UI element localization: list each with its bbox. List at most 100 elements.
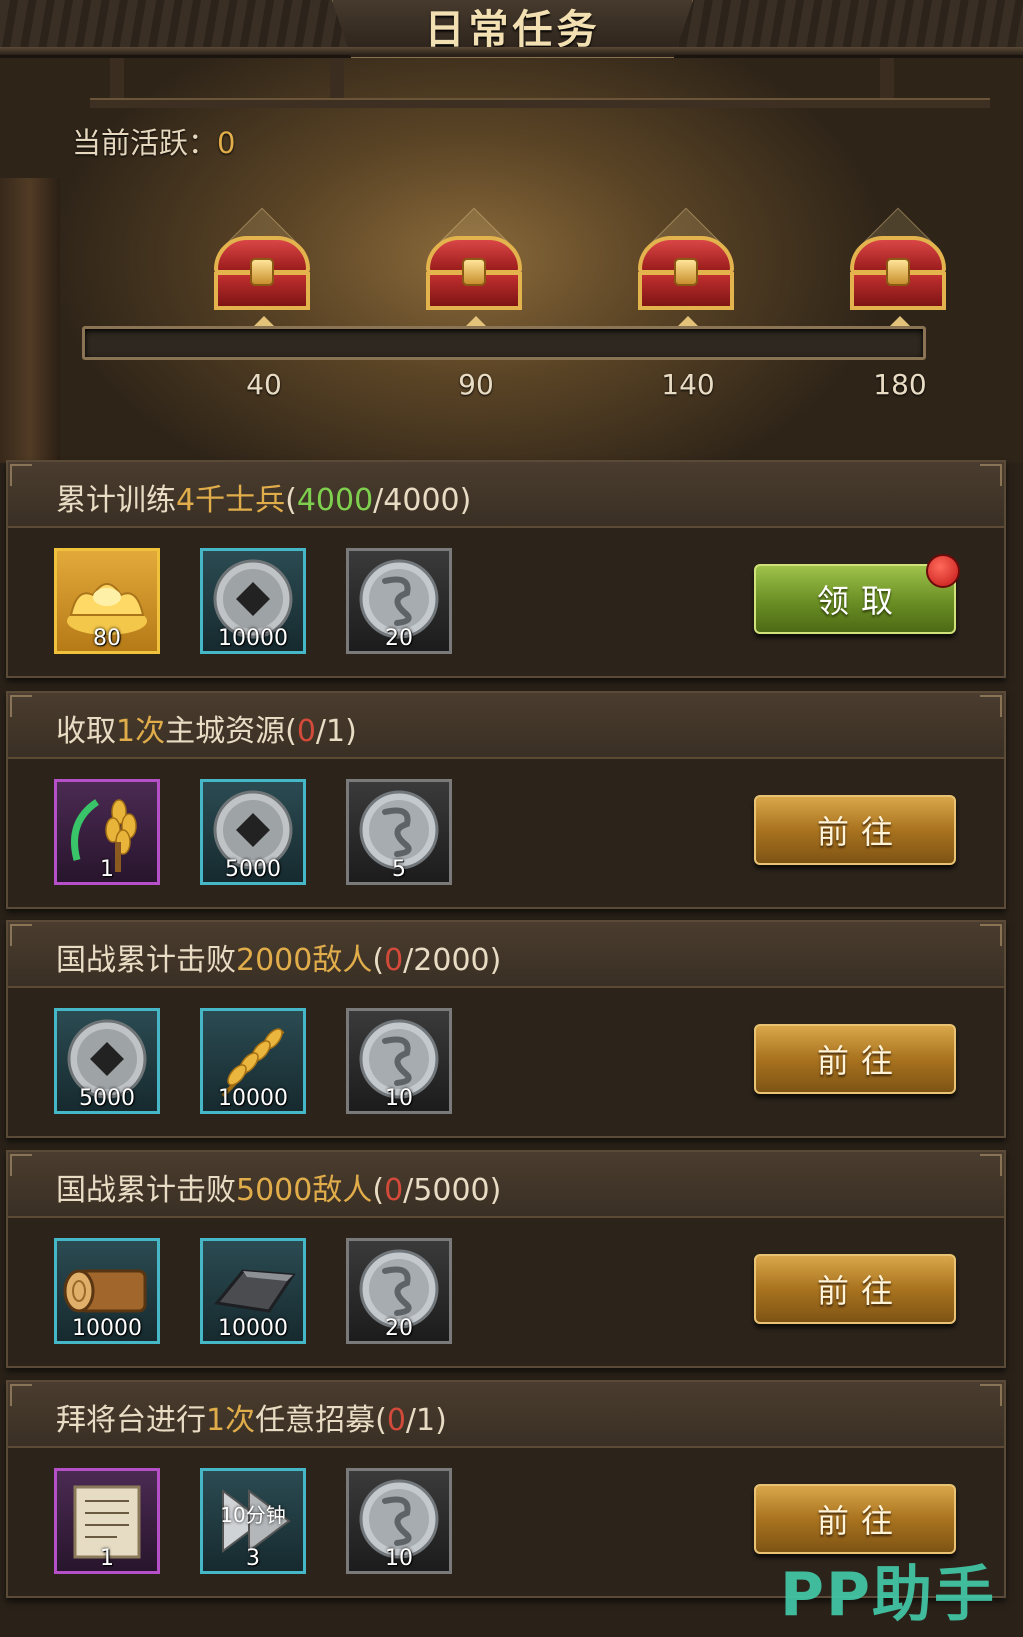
- corner-ornament: [10, 1384, 32, 1406]
- task-header: 国战累计击败2000敌人(0/2000): [8, 922, 1004, 988]
- reward-duration: 10分钟: [220, 1503, 286, 1527]
- reward-slot[interactable]: 1: [54, 779, 160, 885]
- milestone-label: 90: [458, 368, 494, 401]
- task-progress-current: 0: [296, 714, 316, 749]
- task-card: 国战累计击败2000敌人(0/2000) 5000 10000 10 前往: [6, 920, 1006, 1138]
- task-progress-current: 0: [384, 943, 404, 978]
- corner-ornament: [980, 1154, 1002, 1176]
- reward-quantity: 3: [246, 1546, 260, 1571]
- reward-slot[interactable]: 10: [346, 1468, 452, 1574]
- reward-slot[interactable]: 10000: [54, 1238, 160, 1344]
- reward-quantity: 20: [385, 1316, 413, 1341]
- task-progress-separator: /: [403, 943, 414, 978]
- task-progress-separator: /: [373, 483, 384, 518]
- reward-slot[interactable]: 80: [54, 548, 160, 654]
- reward-slot[interactable]: 5000: [54, 1008, 160, 1114]
- reward-slot[interactable]: 10000: [200, 1008, 306, 1114]
- task-title-highlight: 1次: [206, 1403, 256, 1438]
- task-title-highlight: 4千士兵: [176, 483, 286, 518]
- reward-slot[interactable]: 5: [346, 779, 452, 885]
- task-progress-separator: /: [403, 1173, 414, 1208]
- task-title-text: 国战累计击败: [56, 1173, 236, 1208]
- task-title-text: 主城资源(: [165, 714, 297, 749]
- reward-slot[interactable]: 10分钟 3: [200, 1468, 306, 1574]
- task-progress-total: 1: [416, 1403, 436, 1438]
- milestone-label: 40: [246, 368, 282, 401]
- reward-quantity: 10000: [218, 1086, 288, 1111]
- task-card: 国战累计击败5000敌人(0/5000) 10000 10000 20 前往: [6, 1150, 1006, 1368]
- task-title-highlight: 2000敌人: [236, 943, 373, 978]
- task-title-text: (: [285, 483, 297, 518]
- task-title-text: 拜将台进行: [56, 1403, 206, 1438]
- roof-beam: [90, 98, 990, 108]
- treasure-chest-icon[interactable]: [846, 207, 950, 318]
- reward-quantity: 5: [392, 857, 406, 882]
- reward-slot[interactable]: 5000: [200, 779, 306, 885]
- reward-slot[interactable]: 10000: [200, 548, 306, 654]
- go-button[interactable]: 前往: [754, 1024, 956, 1094]
- task-title: 国战累计击败5000敌人(0/5000): [56, 1165, 501, 1209]
- reward-slot[interactable]: 1: [54, 1468, 160, 1574]
- reward-quantity: 10000: [218, 626, 288, 651]
- task-progress-separator: /: [315, 714, 327, 749]
- reward-slot[interactable]: 20: [346, 548, 452, 654]
- activity-label: 当前活跃：: [72, 126, 218, 160]
- notification-dot: [926, 554, 960, 588]
- go-button[interactable]: 前往: [754, 795, 956, 865]
- task-title-text: ): [435, 1403, 447, 1438]
- corner-ornament: [10, 695, 32, 717]
- task-title-text: 国战累计击败: [56, 943, 236, 978]
- treasure-chest-icon[interactable]: [634, 207, 738, 318]
- task-header: 国战累计击败5000敌人(0/5000): [8, 1152, 1004, 1218]
- corner-ornament: [980, 924, 1002, 946]
- reward-slot[interactable]: 20: [346, 1238, 452, 1344]
- task-progress-total: 4000: [383, 483, 460, 518]
- background-pillar: [0, 178, 60, 463]
- corner-ornament: [10, 464, 32, 486]
- corner-ornament: [980, 1384, 1002, 1406]
- go-button[interactable]: 前往: [754, 1484, 956, 1554]
- task-header: 拜将台进行1次任意招募(0/1): [8, 1382, 1004, 1448]
- task-title-text: ): [489, 1173, 502, 1208]
- task-title-text: (: [372, 1173, 385, 1208]
- reward-slot[interactable]: 10000: [200, 1238, 306, 1344]
- reward-quantity: 10: [385, 1086, 413, 1111]
- treasure-chest-icon[interactable]: [422, 207, 526, 318]
- corner-ornament: [10, 1154, 32, 1176]
- watermark: PP助手: [780, 1560, 996, 1630]
- task-title-text: (: [372, 943, 385, 978]
- task-progress-current: 0: [386, 1403, 406, 1438]
- corner-ornament: [10, 924, 32, 946]
- task-progress-current: 4000: [296, 483, 374, 518]
- task-title-text: 收取: [56, 714, 116, 749]
- reward-slot[interactable]: 10: [346, 1008, 452, 1114]
- top-banner: 日常任务: [0, 0, 1023, 60]
- task-title: 拜将台进行1次任意招募(0/1): [56, 1395, 447, 1439]
- reward-quantity: 10000: [72, 1316, 142, 1341]
- task-title-highlight: 1次: [116, 714, 166, 749]
- title-plate: 日常任务: [330, 0, 695, 60]
- task-title-highlight: 5000敌人: [236, 1173, 373, 1208]
- milestone-label: 180: [873, 368, 927, 401]
- task-title: 累计训练4千士兵(4000/4000): [56, 475, 471, 519]
- corner-ornament: [980, 464, 1002, 486]
- task-progress-current: 0: [384, 1173, 404, 1208]
- task-title: 国战累计击败2000敌人(0/2000): [56, 935, 501, 979]
- task-title-text: 累计训练: [56, 483, 176, 518]
- treasure-chest-icon[interactable]: [210, 207, 314, 318]
- task-header: 收取1次主城资源(0/1): [8, 693, 1004, 759]
- reward-quantity: 1: [100, 857, 114, 882]
- reward-quantity: 80: [93, 626, 121, 651]
- reward-quantity: 1: [100, 1546, 114, 1571]
- task-title-text: 任意招募(: [255, 1403, 387, 1438]
- task-title: 收取1次主城资源(0/1): [56, 706, 357, 750]
- task-progress-total: 5000: [413, 1173, 490, 1208]
- task-title-text: ): [345, 714, 357, 749]
- reward-quantity: 5000: [225, 857, 281, 882]
- reward-quantity: 10000: [218, 1316, 288, 1341]
- reward-quantity: 5000: [79, 1086, 135, 1111]
- go-button[interactable]: 前往: [754, 1254, 956, 1324]
- milestone-label: 140: [661, 368, 715, 401]
- task-title-text: ): [489, 943, 502, 978]
- corner-ornament: [980, 695, 1002, 717]
